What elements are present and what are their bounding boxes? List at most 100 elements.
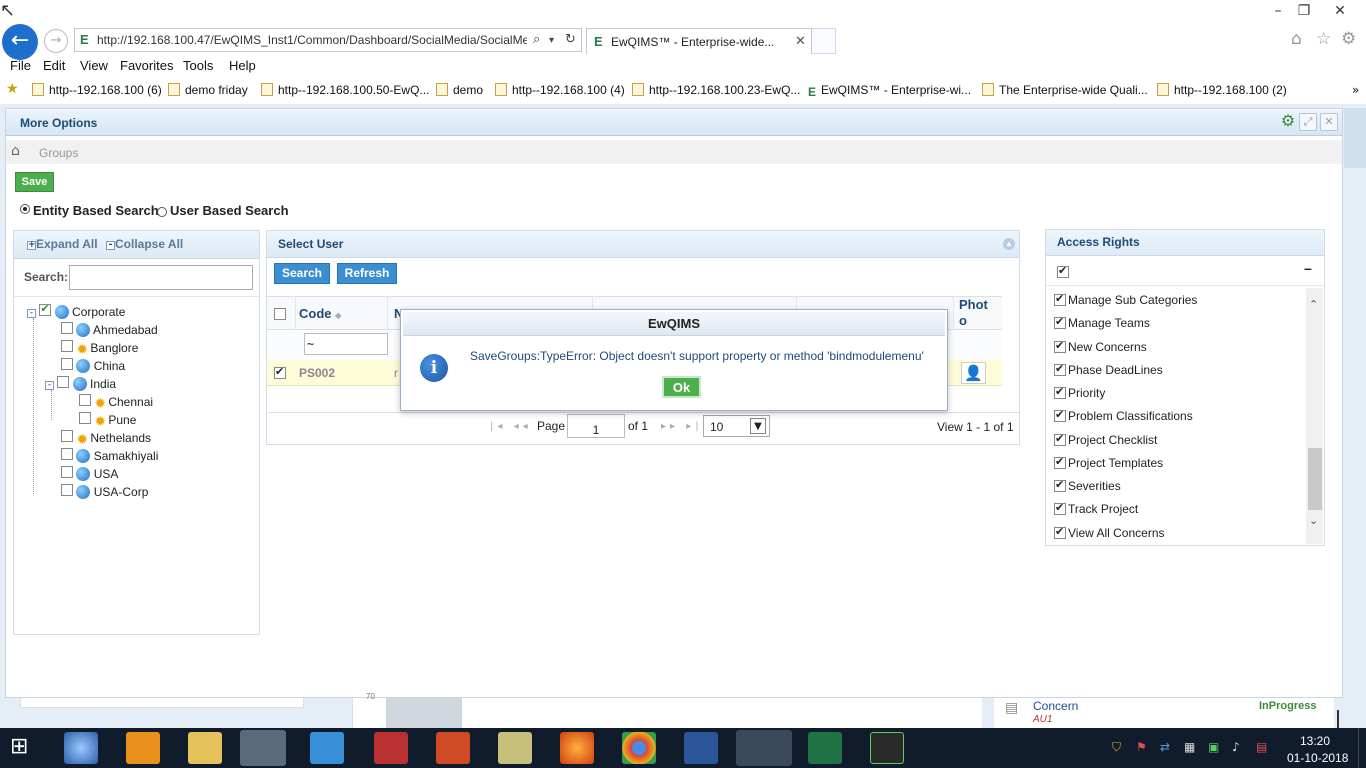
tab-close-icon[interactable]: ✕	[795, 33, 806, 49]
menu-file[interactable]: File	[10, 58, 31, 73]
access-right-item[interactable]: Track Project	[1054, 501, 1138, 522]
checkbox[interactable]	[61, 466, 73, 478]
checkbox[interactable]	[1054, 525, 1066, 539]
access-right-item[interactable]: Priority	[1054, 385, 1105, 406]
close-icon[interactable]: ✕	[1320, 113, 1338, 131]
favorite-link[interactable]: http--192.168.100 (6)	[32, 83, 162, 97]
ok-button[interactable]: Ok	[662, 376, 701, 398]
favorite-link[interactable]: http--192.168.100 (2)	[1157, 83, 1287, 97]
show-desktop-button[interactable]	[1358, 728, 1366, 768]
new-tab-button[interactable]	[812, 28, 836, 54]
menu-tools[interactable]: Tools	[183, 58, 213, 73]
star-icon[interactable]: ☆	[1316, 29, 1331, 49]
back-button[interactable]: ←	[2, 24, 38, 60]
access-right-item[interactable]: New Concerns	[1054, 339, 1147, 360]
video-camera-icon[interactable]	[310, 732, 344, 764]
windows-start-icon[interactable]: ⊞	[10, 736, 28, 758]
checkbox[interactable]	[1054, 408, 1066, 422]
chrome-icon[interactable]	[622, 732, 656, 764]
tree-search-input[interactable]	[69, 265, 253, 290]
checkbox[interactable]	[79, 394, 91, 406]
favorite-link[interactable]: demo friday	[168, 83, 248, 97]
flag-icon[interactable]: ⚑	[1136, 740, 1147, 754]
address-bar[interactable]: E http://192.168.100.47/EwQIMS_Inst1/Com…	[74, 28, 582, 52]
menu-help[interactable]: Help	[229, 58, 256, 73]
select-all-checkbox[interactable]	[274, 308, 286, 323]
collapse-all-button[interactable]: - Collapse All	[106, 237, 183, 251]
page-input[interactable]: 1	[567, 414, 625, 438]
checkbox[interactable]	[61, 430, 73, 442]
menu-edit[interactable]: Edit	[43, 58, 65, 73]
tree-node[interactable]: Samakhiyali	[61, 448, 158, 466]
access-right-item[interactable]: Manage Sub Categories	[1054, 292, 1197, 313]
teamviewer-icon[interactable]: ⇄	[1160, 740, 1170, 754]
menu-favorites[interactable]: Favorites	[120, 58, 173, 73]
access-right-item[interactable]: Problem Classifications	[1054, 408, 1193, 429]
checkbox[interactable]	[61, 358, 73, 370]
code-filter-input[interactable]: ~	[304, 333, 388, 355]
volume-icon[interactable]: ♪	[1232, 740, 1240, 754]
access-right-item[interactable]: Manage Teams	[1054, 315, 1150, 336]
checkbox[interactable]	[61, 340, 73, 352]
select-all-rights-checkbox[interactable]	[1057, 264, 1069, 281]
refresh-button[interactable]: Refresh	[337, 263, 397, 284]
snipping-tool-icon[interactable]	[240, 730, 286, 766]
shield-icon[interactable]: ⛉	[1112, 740, 1121, 755]
restore-button[interactable]: ❐	[1289, 0, 1319, 22]
checkbox[interactable]	[1054, 315, 1066, 329]
checkbox[interactable]	[1054, 478, 1066, 492]
checkbox[interactable]	[1054, 432, 1066, 446]
access-right-item[interactable]: Project Checklist	[1054, 432, 1157, 453]
tree-node[interactable]: - India	[45, 376, 116, 394]
tree-node[interactable]: ✹ Pune	[79, 412, 136, 430]
folders-icon[interactable]	[498, 732, 532, 764]
keyboard-icon[interactable]: ▤	[1256, 740, 1267, 754]
tree-node[interactable]: USA	[61, 466, 118, 484]
checkbox[interactable]	[57, 376, 70, 388]
scroll-down-icon[interactable]: ⌄	[1309, 514, 1318, 527]
checkbox[interactable]	[61, 322, 73, 334]
favorite-link[interactable]: http--192.168.100.50-EwQ...	[261, 83, 429, 97]
word-icon[interactable]	[684, 732, 718, 764]
firefox-icon[interactable]	[560, 732, 594, 764]
chevron-right-icon[interactable]: »	[1352, 83, 1359, 97]
access-right-item[interactable]: Severities	[1054, 478, 1121, 499]
expand-all-button[interactable]: +Expand All	[27, 237, 98, 251]
checkbox[interactable]	[1054, 292, 1066, 306]
breadcrumb-groups[interactable]: Groups	[39, 146, 78, 160]
concern-link[interactable]: Concern	[1033, 699, 1078, 713]
home-icon[interactable]: ⌂	[11, 143, 20, 159]
collapse-rights-button[interactable]: –	[1304, 260, 1312, 276]
collapse-node-icon[interactable]: -	[27, 309, 36, 318]
entity-search-label[interactable]: Entity Based Search	[33, 203, 159, 218]
clock-time[interactable]: 13:20	[1290, 734, 1340, 748]
tree-node[interactable]: ✹ Banglore	[61, 340, 138, 358]
entity-search-radio[interactable]	[20, 203, 30, 217]
search-button[interactable]: Search	[274, 263, 330, 284]
powerpoint-icon[interactable]	[436, 732, 470, 764]
refresh-icon[interactable]: ↻	[565, 32, 576, 47]
collapse-node-icon[interactable]: -	[45, 381, 54, 390]
dropdown-icon[interactable]: ▾	[549, 35, 554, 46]
network-icon[interactable]: ▦	[1184, 740, 1195, 754]
browser-tab[interactable]: E EwQIMS™ - Enterprise-wide... ✕	[586, 28, 812, 54]
tree-node[interactable]: Ahmedabad	[61, 322, 158, 340]
first-prev-page-icons[interactable]: |◂ ◂◂	[490, 421, 532, 432]
checkbox[interactable]	[79, 412, 91, 424]
internet-explorer-icon[interactable]	[736, 730, 792, 766]
next-last-page-icons[interactable]: ▸▸ ▸|	[661, 421, 703, 432]
favorite-link[interactable]: The Enterprise-wide Quali...	[982, 83, 1148, 97]
menu-view[interactable]: View	[80, 58, 108, 73]
clock-date[interactable]: 01-10-2018	[1287, 751, 1348, 765]
access-right-item[interactable]: Phase DeadLines	[1054, 362, 1163, 383]
scrollbar-thumb[interactable]	[1308, 448, 1322, 510]
tree-node[interactable]: ✹ Chennai	[79, 394, 153, 412]
favorite-link[interactable]: demo	[436, 83, 483, 97]
green-app-icon[interactable]	[870, 732, 904, 764]
tree-node[interactable]: USA-Corp	[61, 484, 148, 502]
save-button[interactable]: Save	[15, 172, 54, 192]
checkbox[interactable]	[1054, 385, 1066, 399]
user-search-radio[interactable]	[157, 206, 167, 220]
file-explorer-icon[interactable]	[188, 732, 222, 764]
tree-node[interactable]: - Corporate	[27, 302, 125, 322]
